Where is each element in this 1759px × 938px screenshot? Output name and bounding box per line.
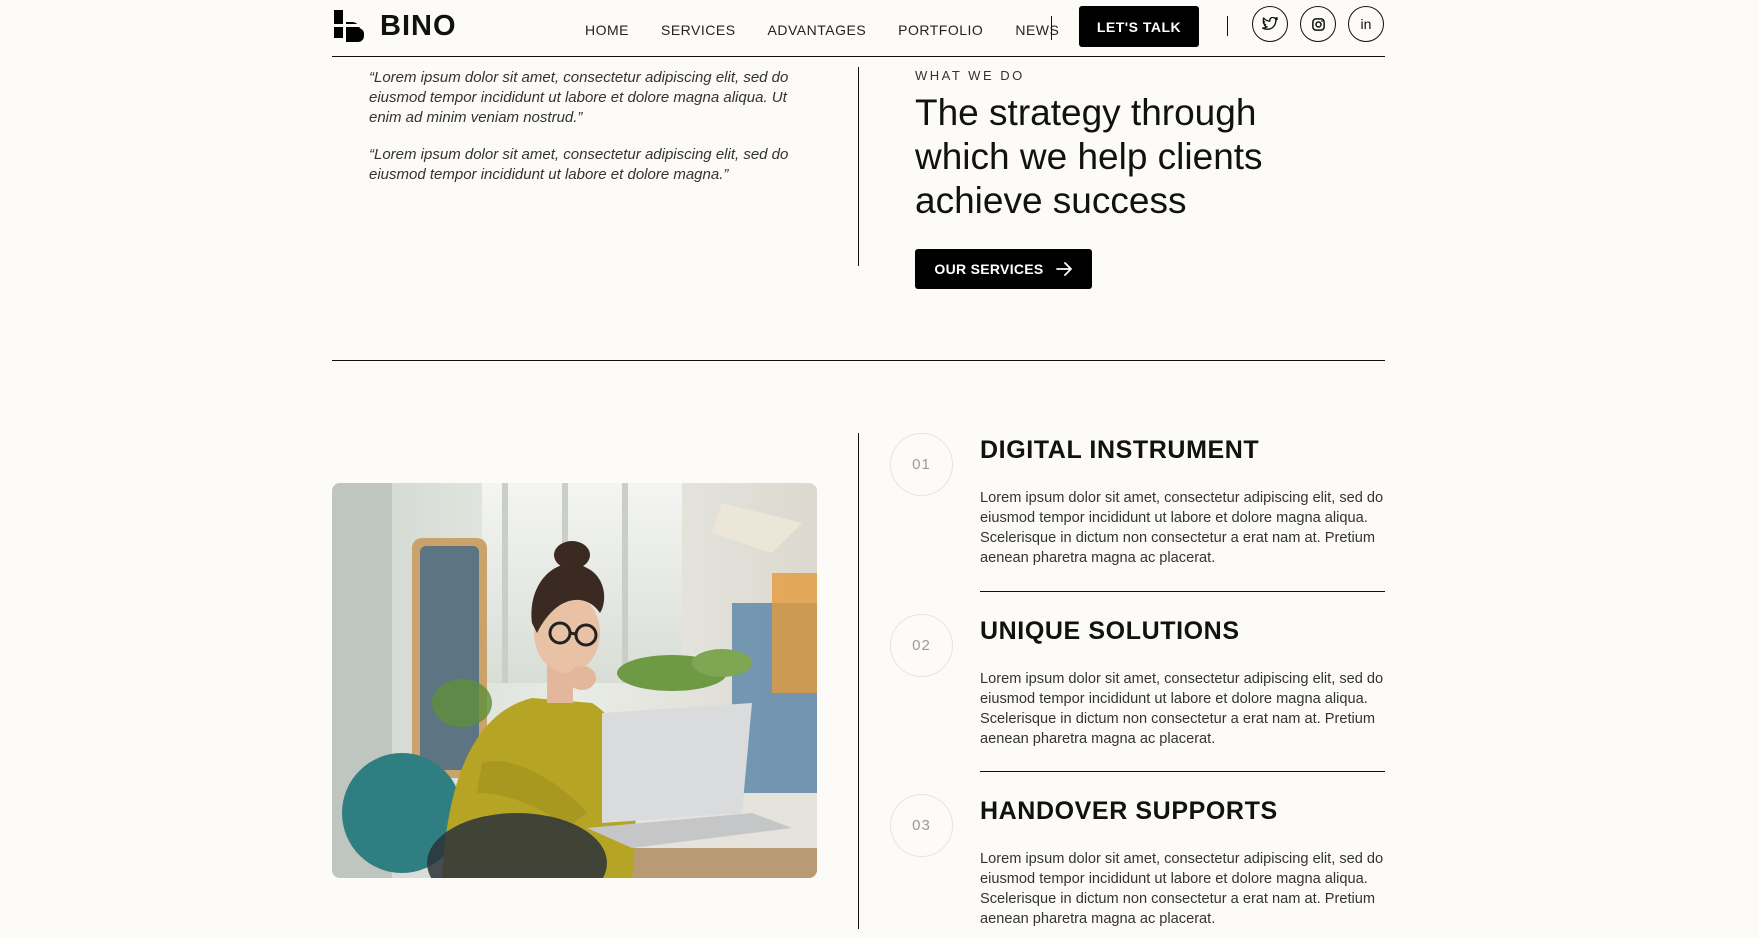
instagram-icon [1311,17,1325,31]
feature-title-2: UNIQUE SOLUTIONS [980,617,1240,645]
woman-laptop-photo [332,483,817,878]
logo-text: BINO [380,9,457,42]
lets-talk-button[interactable]: LET'S TALK [1079,6,1199,47]
social-divider [1227,16,1228,36]
feature-text-1: Lorem ipsum dolor sit amet, consectetur … [980,490,1384,566]
nav-advantages[interactable]: ADVANTAGES [768,22,867,38]
instagram-button[interactable] [1300,6,1336,42]
arrow-right-icon [1055,262,1072,276]
nav-divider [1051,16,1052,40]
feature-number-1: 01 [890,433,953,496]
logo[interactable]: BINO [332,8,457,44]
feature-text-3: Lorem ipsum dolor sit amet, consectetur … [980,851,1384,927]
main-nav: HOME SERVICES ADVANTAGES PORTFOLIO NEWS [585,22,1059,38]
features-divider-vertical [858,433,859,929]
logo-mark-icon [334,10,368,44]
section-divider-vertical [858,67,859,266]
feature-text-2: Lorem ipsum dolor sit amet, consectetur … [980,671,1384,747]
twitter-icon [1262,17,1278,31]
header-divider [332,56,1385,57]
feature-divider-2 [980,771,1385,772]
nav-home[interactable]: HOME [585,22,629,38]
quote-1: “Lorem ipsum dolor sit amet, consectetur… [369,69,789,126]
section-headline: The strategy through which we help clien… [915,92,1263,221]
our-services-button[interactable]: OUR SERVICES [915,249,1092,289]
section-eyebrow: WHAT WE DO [915,68,1025,83]
section-divider [332,360,1385,361]
photo-illustration [332,483,817,878]
feature-number-3: 03 [890,794,953,857]
twitter-button[interactable] [1252,6,1288,42]
nav-portfolio[interactable]: PORTFOLIO [898,22,983,38]
our-services-label: OUR SERVICES [934,261,1044,277]
quote-2: “Lorem ipsum dolor sit amet, consectetur… [369,146,789,183]
feature-title-1: DIGITAL INSTRUMENT [980,436,1260,464]
nav-news[interactable]: NEWS [1015,22,1059,38]
linkedin-button[interactable]: in [1348,6,1384,42]
nav-services[interactable]: SERVICES [661,22,736,38]
feature-title-3: HANDOVER SUPPORTS [980,797,1278,825]
feature-number-2: 02 [890,614,953,677]
linkedin-icon: in [1360,16,1372,32]
feature-divider-1 [980,591,1385,592]
